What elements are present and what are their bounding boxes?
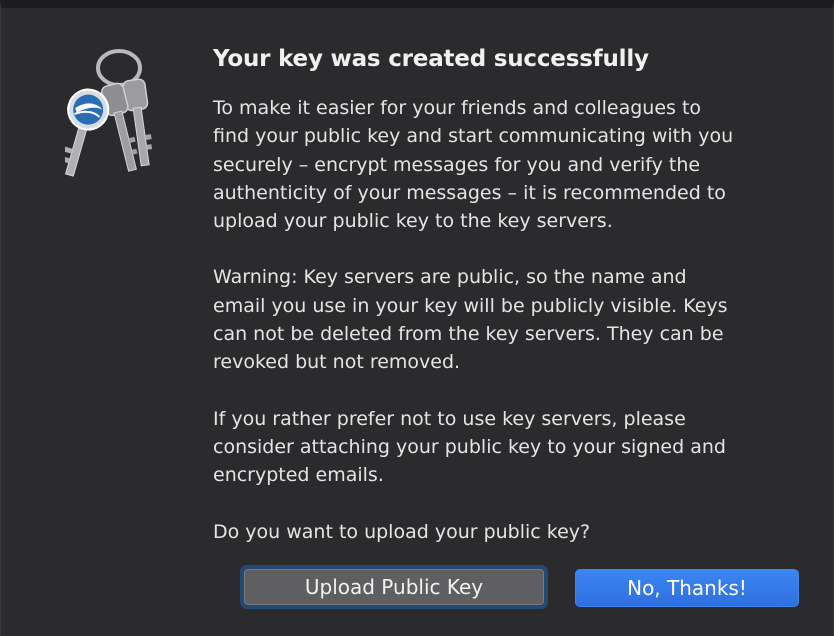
alternative-paragraph: If you rather prefer not to use key serv… — [213, 407, 726, 487]
dialog-title: Your key was created successfully — [213, 46, 649, 72]
keychain-icon — [65, 49, 153, 177]
dialog-content: Your key was created successfully To mak… — [213, 44, 813, 546]
info-paragraph: To make it easier for your friends and c… — [213, 97, 734, 233]
upload-question: Do you want to upload your public key? — [213, 520, 591, 543]
key-created-dialog: Your key was created successfully To mak… — [0, 0, 834, 636]
upload-public-key-button[interactable]: Upload Public Key — [240, 565, 548, 609]
no-thanks-button[interactable]: No, Thanks! — [575, 569, 799, 607]
upload-public-key-label: Upload Public Key — [244, 569, 544, 605]
warning-paragraph: Warning: Key servers are public, so the … — [213, 266, 728, 374]
